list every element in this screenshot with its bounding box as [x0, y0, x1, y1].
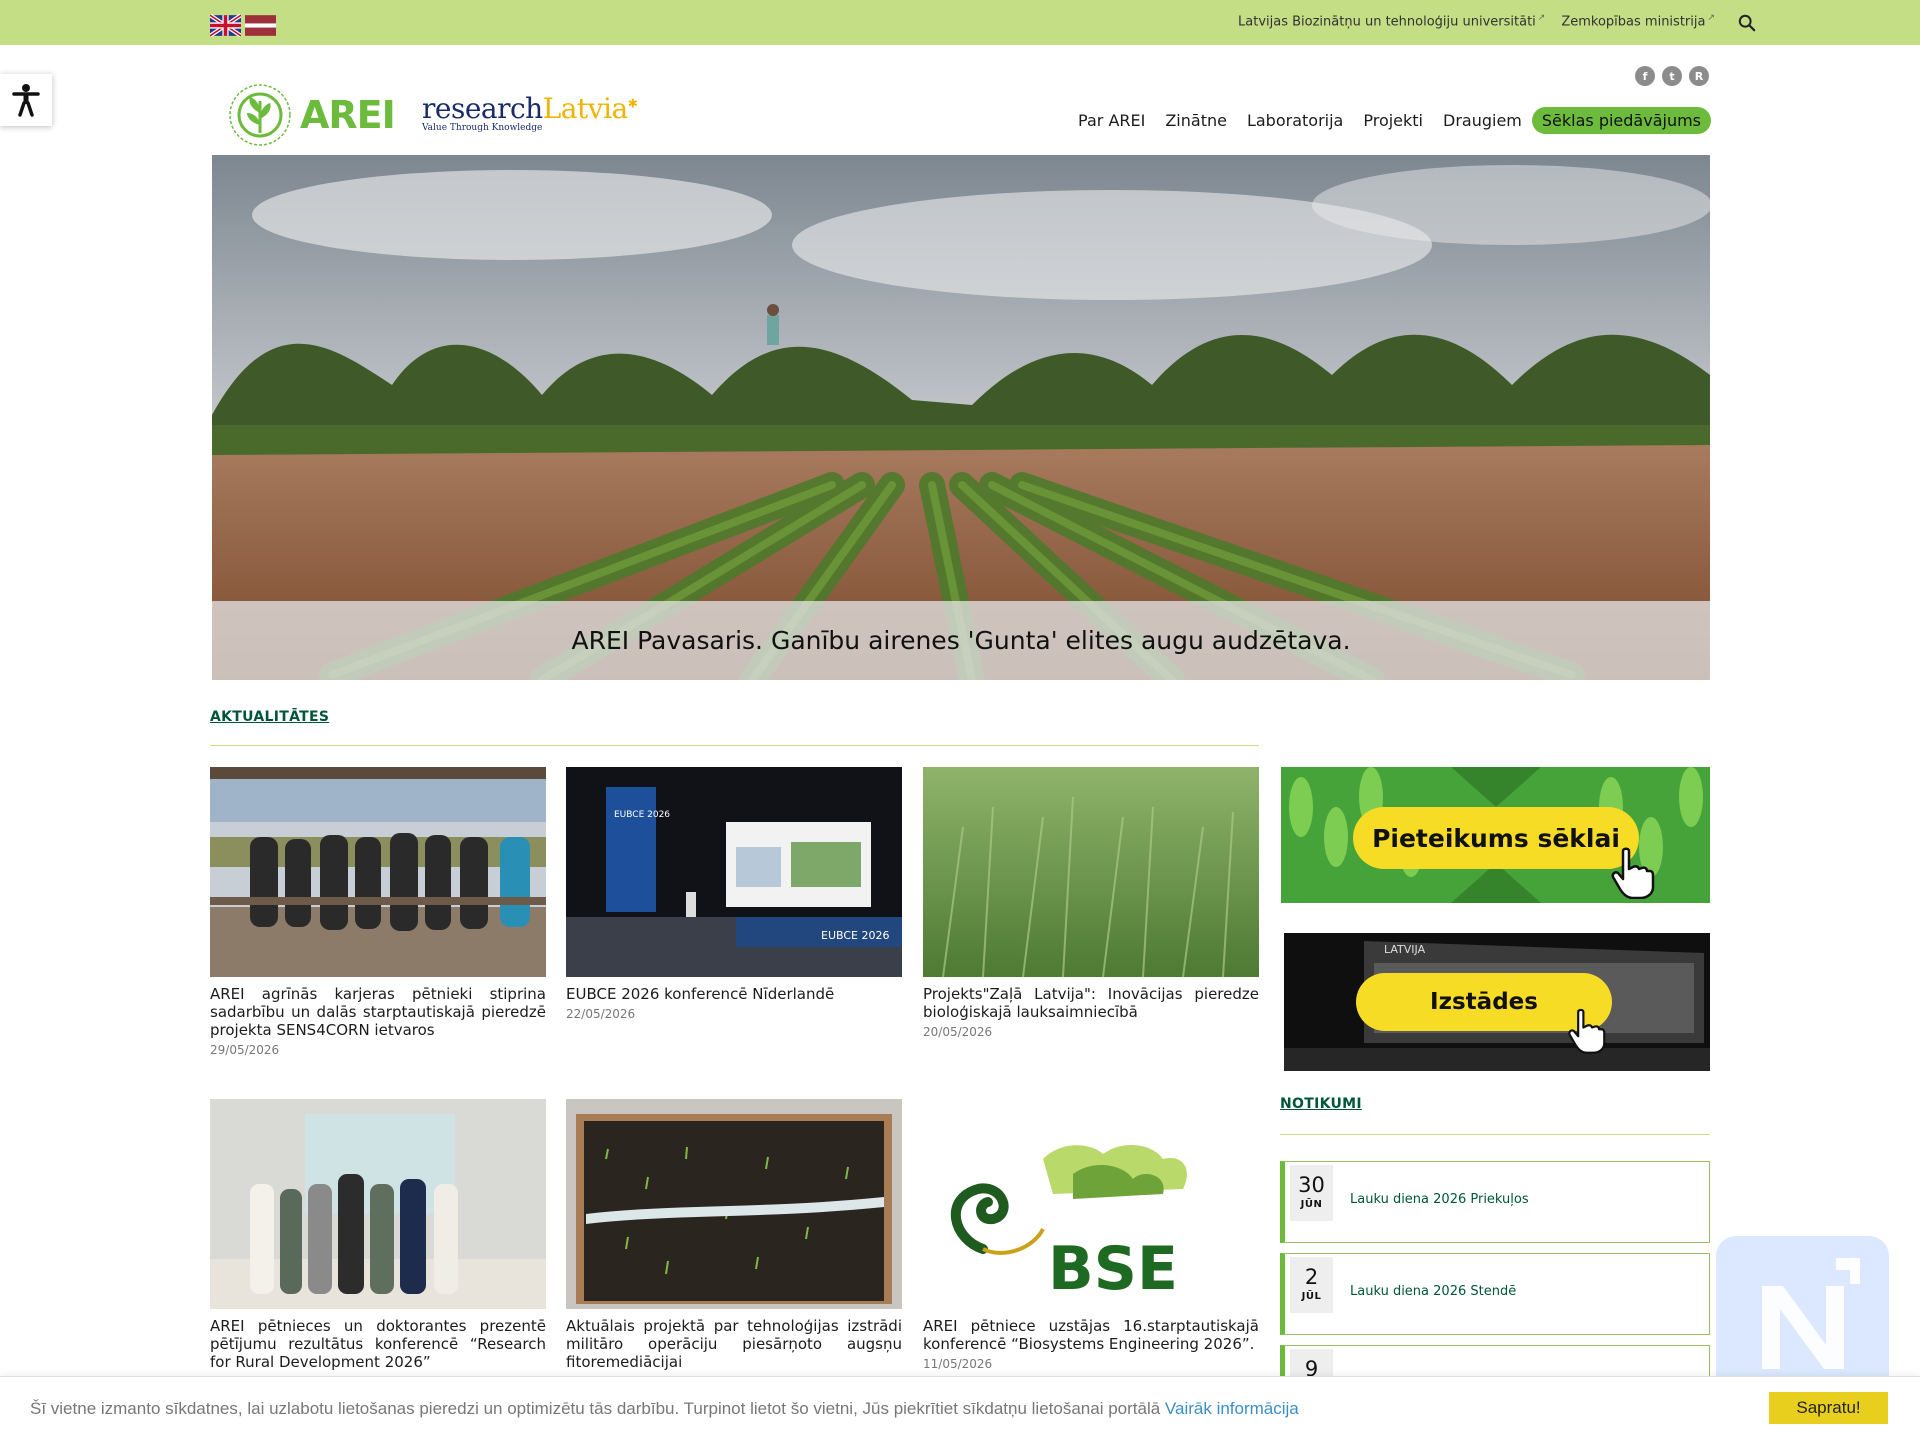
hand-cursor-icon: [1568, 1008, 1606, 1054]
star-icon: ✱: [627, 96, 638, 111]
exhibitions-banner[interactable]: LATVIJA Izstādes: [1284, 933, 1710, 1071]
eubce-podium-text: EUBCE 2026: [821, 929, 889, 942]
event-title[interactable]: Lauku diena 2026 Stendē: [1350, 1284, 1516, 1299]
hero-slider[interactable]: AREI Pavasaris. Ganību airenes 'Gunta' e…: [212, 155, 1710, 680]
facebook-icon[interactable]: f: [1635, 66, 1655, 86]
main-nav: Par AREI Zinātne Laboratorija Projekti D…: [1078, 107, 1711, 134]
researchgate-icon[interactable]: R: [1689, 66, 1709, 86]
cookie-bar: Šī vietne izmanto sīkdatnes, lai uzlabot…: [0, 1376, 1920, 1440]
seed-application-banner[interactable]: Pieteikums sēklai: [1281, 767, 1710, 903]
flag-uk-icon[interactable]: [210, 14, 241, 37]
language-switcher: [210, 14, 276, 37]
banner-latvija-text: LATVIJA: [1384, 943, 1426, 956]
bse-logo-text: BSE: [1048, 1234, 1178, 1304]
news-heading[interactable]: AKTUALITĀTES: [210, 709, 329, 725]
cookie-more-info-link[interactable]: Vairāk informācija: [1165, 1399, 1299, 1418]
event-month: JŪN: [1300, 1199, 1323, 1210]
news-date: 22/05/2026: [566, 1007, 636, 1021]
news-date: 29/05/2026: [210, 1043, 280, 1057]
nav-laboratorija[interactable]: Laboratorija: [1247, 111, 1343, 130]
news-divider: [210, 745, 1259, 746]
nav-zinatne[interactable]: Zinātne: [1165, 111, 1227, 130]
external-link-icon: ↗: [1707, 13, 1715, 23]
event-item[interactable]: 2 JŪL Lauku diena 2026 Stendē: [1280, 1253, 1710, 1335]
flag-latvia-icon[interactable]: [245, 14, 276, 37]
news-card[interactable]: AREI agrīnās karjeras pētnieki stiprina …: [210, 767, 546, 1057]
news-card[interactable]: EUBCE 2026 EUBCE 2026 EUBCE 2026 konfere…: [566, 767, 902, 1021]
arei-logo[interactable]: AREI: [228, 83, 396, 147]
news-title[interactable]: AREI pētnieces un doktorantes prezentē p…: [210, 1317, 546, 1371]
news-image: [210, 767, 546, 977]
nav-seed-offer[interactable]: Sēklas piedāvājums: [1531, 107, 1711, 134]
top-bar: Latvijas Biozinātņu un tehnoloģiju unive…: [0, 0, 1920, 45]
arei-logo-text: AREI: [300, 93, 396, 137]
arei-emblem-icon: [229, 84, 291, 146]
search-icon[interactable]: [1738, 14, 1756, 32]
event-date: 2 JŪL: [1290, 1257, 1333, 1313]
news-card[interactable]: Projekts"Zaļā Latvija": Inovācijas piere…: [923, 767, 1259, 1039]
news-image: BSE: [923, 1099, 1259, 1309]
event-month: JŪL: [1301, 1291, 1322, 1302]
hand-cursor-icon: [1611, 847, 1655, 899]
news-card[interactable]: Aktuālais projektā par tehnoloģijas izst…: [566, 1099, 902, 1371]
link-ministry[interactable]: Zemkopības ministrija ↗: [1561, 13, 1715, 29]
twitter-icon[interactable]: t: [1662, 66, 1682, 86]
nav-par-arei[interactable]: Par AREI: [1078, 111, 1145, 130]
external-link-icon: ↗: [1537, 13, 1546, 23]
hero-caption: AREI Pavasaris. Ganību airenes 'Gunta' e…: [212, 601, 1710, 680]
social-links: f t R: [1635, 66, 1709, 86]
research-latvia-part1: research: [422, 92, 543, 125]
accessibility-icon: [12, 84, 40, 117]
news-image: [566, 1099, 902, 1309]
news-date: 11/05/2026: [923, 1357, 993, 1371]
event-day: 2: [1304, 1265, 1319, 1289]
events-divider: [1280, 1134, 1710, 1135]
event-item[interactable]: 30 JŪN Lauku diena 2026 Priekuļos: [1280, 1161, 1710, 1243]
nav-projekti[interactable]: Projekti: [1363, 111, 1423, 130]
event-title[interactable]: Lauku diena 2026 Priekuļos: [1350, 1192, 1529, 1207]
news-title[interactable]: AREI pētniece uzstājas 16.starptautiskaj…: [923, 1317, 1259, 1353]
news-title[interactable]: AREI agrīnās karjeras pētnieki stiprina …: [210, 985, 546, 1039]
news-card[interactable]: AREI pētnieces un doktorantes prezentē p…: [210, 1099, 546, 1371]
event-day: 30: [1298, 1173, 1325, 1197]
seed-application-button[interactable]: Pieteikums sēklai: [1353, 807, 1639, 869]
news-image: [210, 1099, 546, 1309]
cookie-text: Šī vietne izmanto sīkdatnes, lai uzlabot…: [30, 1399, 1299, 1418]
cookie-accept-button[interactable]: Sapratu!: [1769, 1392, 1888, 1424]
news-image: EUBCE 2026 EUBCE 2026: [566, 767, 902, 977]
news-title[interactable]: Projekts"Zaļā Latvija": Inovācijas piere…: [923, 985, 1259, 1021]
accessibility-button[interactable]: [0, 74, 52, 126]
news-title[interactable]: Aktuālais projektā par tehnoloģijas izst…: [566, 1317, 902, 1371]
events-heading[interactable]: NOTIKUMI: [1280, 1096, 1362, 1112]
eubce-banner-text: EUBCE 2026: [614, 810, 670, 820]
news-image: [923, 767, 1259, 977]
research-latvia-logo[interactable]: researchLatvia✱ Value Through Knowledge: [422, 92, 638, 133]
research-latvia-part2: Latvia: [542, 92, 629, 125]
nav-draugiem[interactable]: Draugiem: [1443, 111, 1522, 130]
event-date: 30 JŪN: [1290, 1165, 1333, 1221]
top-links: Latvijas Biozinātņu un tehnoloģiju unive…: [1238, 13, 1715, 29]
news-card[interactable]: BSE AREI pētniece uzstājas 16.starptauti…: [923, 1099, 1259, 1371]
news-title[interactable]: EUBCE 2026 konferencē Nīderlandē: [566, 985, 902, 1003]
news-date: 20/05/2026: [923, 1025, 993, 1039]
link-university[interactable]: Latvijas Biozinātņu un tehnoloģiju unive…: [1238, 13, 1545, 29]
